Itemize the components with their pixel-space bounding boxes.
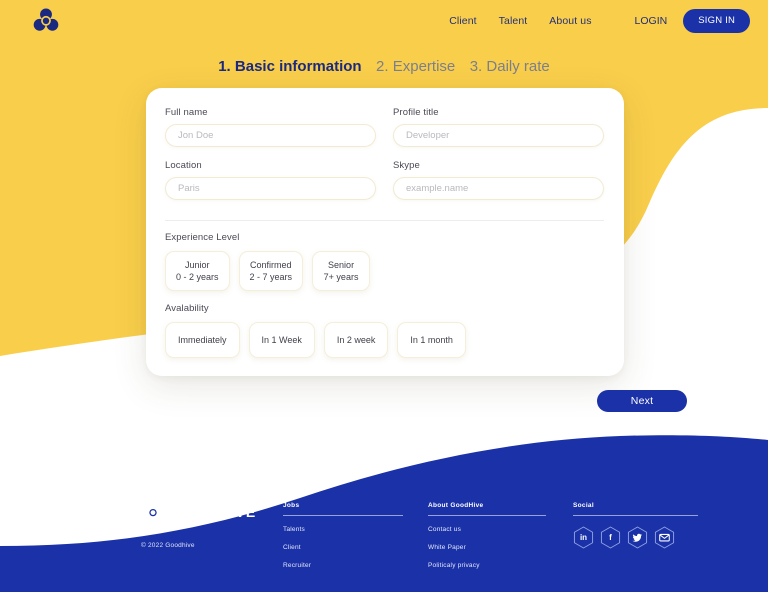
twitter-icon[interactable] [627, 526, 648, 549]
linkedin-glyph: in [579, 532, 588, 542]
email-icon[interactable] [654, 526, 675, 549]
experience-option-junior-range: 0 - 2 years [176, 272, 219, 283]
facebook-icon[interactable]: f [600, 526, 621, 549]
footer-about-heading: About GoodHive [428, 502, 484, 509]
availability-label: Avalability [165, 303, 209, 315]
experience-level-label: Experience Level [165, 232, 240, 243]
availability-option-in-1-week[interactable]: In 1 Week [248, 322, 315, 359]
full-name-label: Full name [165, 107, 208, 118]
experience-option-confirmed-title: Confirmed [250, 260, 292, 270]
facebook-glyph: f [609, 532, 612, 542]
experience-option-senior-title: Senior [328, 260, 355, 270]
experience-option-junior[interactable]: Junior 0 - 2 years [165, 251, 230, 292]
footer-jobs-rule [283, 515, 403, 516]
footer-link-recruiter[interactable]: Recruiter [283, 562, 403, 569]
row-location-skype: Location Skype [165, 160, 604, 213]
footer-goodhive-logo-icon [141, 500, 165, 524]
next-button[interactable]: Next [597, 390, 687, 412]
card-divider [165, 220, 604, 221]
row-name-title: Full name Profile title [165, 107, 604, 160]
step-indicator: 1. Basic information 2. Expertise 3. Dai… [0, 58, 768, 76]
nav-item-client[interactable]: Client [438, 11, 487, 31]
availability-options: Immediately In 1 Week In 2 week In 1 mon… [165, 322, 604, 359]
login-link[interactable]: LOGIN [625, 11, 678, 31]
footer-column-about: About GoodHive Contact us White Paper Po… [428, 502, 546, 580]
footer-link-contact-us[interactable]: Contact us [428, 526, 546, 533]
footer-jobs-heading: Jobs [283, 502, 300, 509]
location-input[interactable] [165, 177, 376, 200]
footer-link-talents[interactable]: Talents [283, 526, 403, 533]
footer-copyright: © 2022 Goodhive [141, 542, 195, 549]
footer-about-rule [428, 515, 546, 516]
sign-in-button[interactable]: SIGN IN [683, 9, 750, 33]
footer-column-social: Social in f [573, 502, 698, 549]
site-header: Client Talent About us LOGIN SIGN IN [0, 0, 768, 38]
skype-label: Skype [393, 160, 420, 171]
full-name-input[interactable] [165, 124, 376, 147]
field-profile-title: Profile title [393, 107, 604, 147]
experience-option-junior-title: Junior [185, 260, 210, 270]
footer-social-heading: Social [573, 502, 594, 509]
field-skype: Skype [393, 160, 604, 200]
experience-option-senior-range: 7+ years [323, 272, 359, 283]
footer-wordmark: GOODHIVE [172, 504, 257, 520]
goodhive-logo-icon[interactable] [30, 4, 62, 36]
experience-option-confirmed-range: 2 - 7 years [249, 272, 293, 283]
experience-option-confirmed[interactable]: Confirmed 2 - 7 years [238, 251, 304, 292]
profile-title-input[interactable] [393, 124, 604, 147]
field-location: Location [165, 160, 376, 200]
footer-column-jobs: Jobs Talents Client Recruiter [283, 502, 403, 580]
footer-link-client[interactable]: Client [283, 544, 403, 551]
location-label: Location [165, 160, 202, 171]
main-navigation: Client Talent About us LOGIN SIGN IN [438, 9, 750, 33]
experience-level-options: Junior 0 - 2 years Confirmed 2 - 7 years… [165, 251, 604, 292]
nav-item-talent[interactable]: Talent [488, 11, 539, 31]
step-daily-rate[interactable]: 3. Daily rate [470, 58, 550, 75]
basic-information-card: Full name Profile title Location Skype E… [146, 88, 624, 376]
step-basic-information[interactable]: 1. Basic information [218, 58, 361, 75]
step-expertise[interactable]: 2. Expertise [376, 58, 455, 75]
field-full-name: Full name [165, 107, 376, 147]
availability-option-in-2-week[interactable]: In 2 week [323, 322, 389, 359]
page-root: Client Talent About us LOGIN SIGN IN 1. … [0, 0, 768, 592]
profile-title-label: Profile title [393, 107, 439, 118]
availability-option-in-1-month[interactable]: In 1 month [397, 322, 466, 359]
social-links: in f [573, 526, 698, 549]
footer-link-politicaly-privacy[interactable]: Politicaly privacy [428, 562, 546, 569]
footer-link-white-paper[interactable]: White Paper [428, 544, 546, 551]
site-footer: GOODHIVE © 2022 Goodhive Jobs Talents Cl… [0, 492, 768, 592]
skype-input[interactable] [393, 177, 604, 200]
availability-option-immediately[interactable]: Immediately [165, 322, 240, 359]
footer-brand[interactable]: GOODHIVE [141, 500, 256, 524]
nav-item-about-us[interactable]: About us [538, 11, 602, 31]
experience-option-senior[interactable]: Senior 7+ years [312, 251, 371, 292]
footer-social-rule [573, 515, 698, 516]
linkedin-icon[interactable]: in [573, 526, 594, 549]
